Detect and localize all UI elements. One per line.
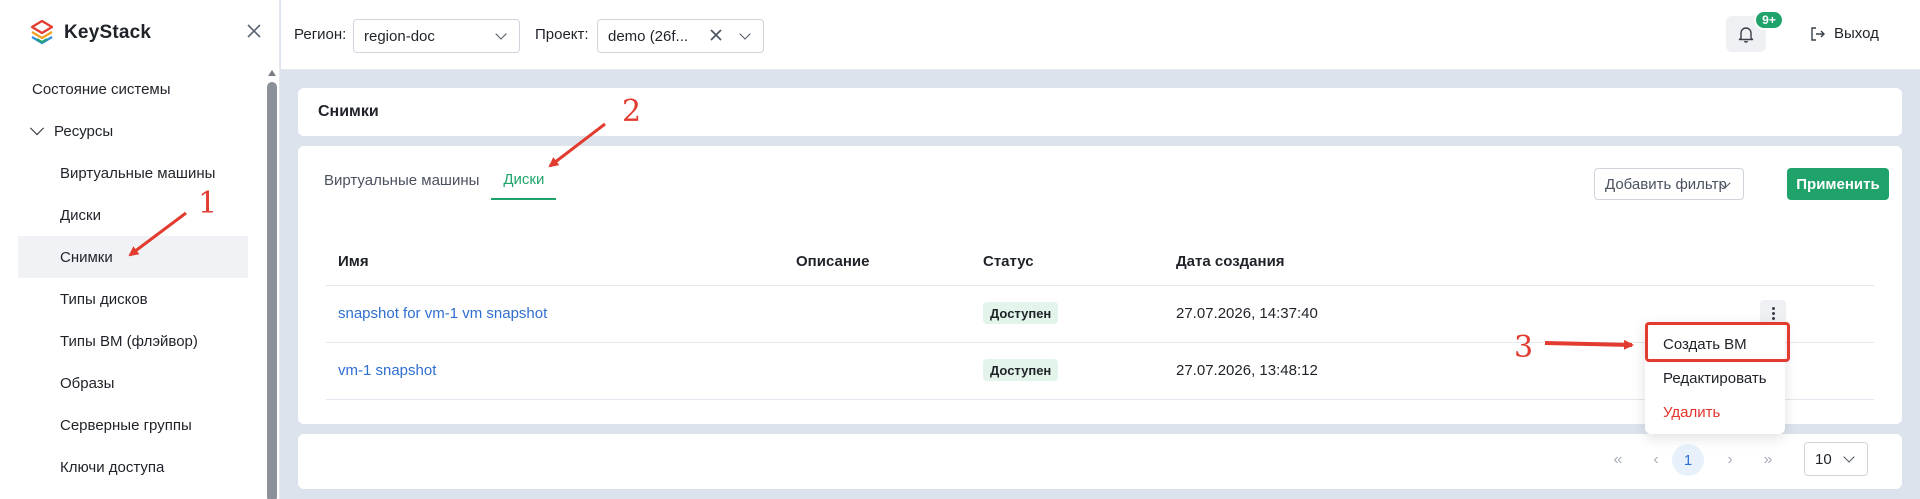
annotation-arrows [128,122,1634,350]
annotation-arrow-1 [128,211,187,257]
annotation-arrow-3 [1544,339,1634,350]
annotation-number-3: 3 [1514,330,1534,365]
annotation-number-2: 2 [622,94,642,129]
annotation-number-1: 1 [198,186,218,221]
annotation-arrow-2 [548,122,606,168]
